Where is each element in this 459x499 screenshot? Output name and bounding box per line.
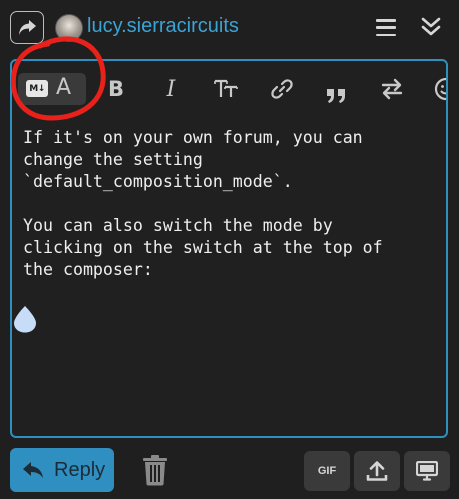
gif-button[interactable]: GIF — [304, 451, 350, 491]
rich-text-icon[interactable]: A — [56, 75, 71, 100]
markdown-icon[interactable]: M↓ — [26, 80, 48, 97]
reply-label: Reply — [54, 458, 106, 481]
share-arrow-icon — [19, 19, 36, 35]
composition-mode-toggle[interactable]: M↓ A — [18, 73, 86, 105]
upload-button[interactable] — [354, 451, 400, 491]
quote-icon[interactable] — [321, 73, 353, 105]
bold-icon[interactable]: B — [100, 73, 132, 105]
preview-toggle-button[interactable] — [404, 451, 450, 491]
avatar[interactable] — [55, 14, 83, 42]
composer-editor[interactable]: M↓ A B I If it's on your own forum, you … — [10, 59, 448, 438]
hamburger-icon[interactable] — [376, 19, 396, 36]
composer-screen: lucy.sierracircuits M↓ A B I If it's on … — [0, 0, 459, 499]
trash-icon — [143, 455, 167, 486]
reply-button[interactable]: Reply — [10, 448, 114, 492]
heading-icon[interactable] — [210, 73, 242, 105]
switch-icon[interactable] — [376, 73, 408, 105]
double-chevron-down-icon — [421, 17, 441, 36]
gif-icon: GIF — [317, 465, 337, 477]
text-cursor-handle[interactable] — [12, 304, 38, 334]
link-icon[interactable] — [266, 73, 298, 105]
italic-icon[interactable]: I — [155, 73, 187, 105]
discard-button[interactable] — [142, 454, 168, 486]
composer-header: lucy.sierracircuits — [0, 0, 459, 56]
reply-arrow-icon — [23, 462, 43, 478]
editor-toolbar: M↓ A B I — [12, 61, 446, 117]
emoji-icon[interactable] — [430, 73, 446, 105]
reply-mode-button[interactable] — [10, 11, 44, 44]
composer-textarea[interactable]: If it's on your own forum, you can chang… — [23, 127, 443, 281]
desktop-preview-icon — [416, 461, 438, 481]
username-link[interactable]: lucy.sierracircuits — [87, 15, 239, 38]
collapse-button[interactable] — [420, 16, 442, 38]
upload-icon — [366, 461, 388, 481]
